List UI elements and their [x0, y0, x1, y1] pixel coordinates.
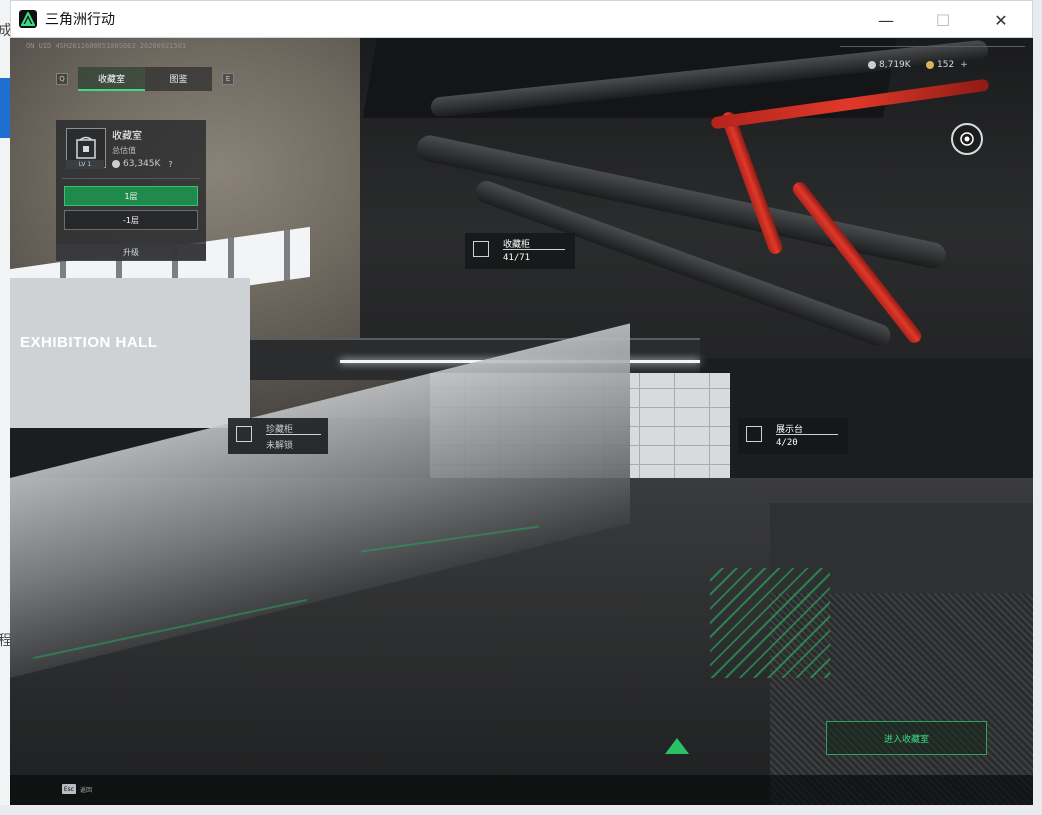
lock-icon — [236, 426, 252, 442]
marker-display-stand[interactable]: 展示台 4/20 — [738, 418, 848, 454]
minimize-button[interactable]: — — [863, 1, 909, 39]
window-title: 三角洲行动 — [45, 12, 115, 28]
game-viewport[interactable]: EXHIBITION HALL ON UID 4SH261160065100S6… — [10, 38, 1033, 805]
view-toggle-button[interactable] — [951, 123, 983, 155]
room-info-panel: LV 1 收藏室 总估值 63,345K ? 1层 -1层 — [56, 120, 206, 260]
esc-key[interactable]: Esc — [62, 784, 76, 794]
eye-icon — [960, 132, 974, 146]
currency-b: 152 + — [926, 60, 968, 70]
uid-text: ON UID 4SH261160065100S663 20260921501 — [26, 42, 187, 50]
cabinet-icon — [473, 241, 489, 257]
top-tabs: Q 收藏室 图鉴 E — [56, 67, 234, 91]
tab-collection-room[interactable]: 收藏室 — [78, 67, 145, 91]
upgrade-button[interactable]: 升级 — [56, 244, 206, 261]
floor-green-markings — [710, 568, 830, 678]
background-blue-strip — [0, 78, 10, 138]
background-window-edge: 成 程 — [0, 0, 12, 815]
marker-treasure-cabinet[interactable]: 珍藏柜 未解锁 — [228, 418, 328, 454]
room-level: LV 1 — [66, 160, 104, 169]
enter-collection-room-button[interactable]: 进入收藏室 — [826, 721, 987, 755]
marker-count: 4/20 — [776, 438, 798, 448]
help-icon[interactable]: ? — [168, 160, 172, 169]
window-bottom-edge — [0, 805, 1042, 815]
app-logo-icon — [19, 10, 37, 28]
floor-1-button[interactable]: 1层 — [64, 186, 198, 206]
cabinet-icon — [76, 136, 96, 159]
display-stand-icon — [746, 426, 762, 442]
maximize-button[interactable]: ☐ — [920, 1, 966, 39]
total-value: 63,345K — [123, 159, 161, 169]
panel-divider — [62, 178, 200, 179]
tab-next-key[interactable]: E — [222, 73, 234, 85]
marker-count: 41/71 — [503, 253, 531, 263]
add-currency-button[interactable]: + — [960, 60, 968, 70]
marker-status: 未解锁 — [266, 441, 294, 451]
currency-b-value: 152 — [937, 60, 955, 70]
currency-a-value: 8,719K — [879, 60, 911, 70]
hud-divider — [840, 46, 1025, 47]
value-row: 63,345K ? — [112, 159, 173, 169]
currency-a: 8,719K — [868, 60, 911, 70]
exhibit-hall-wall — [10, 278, 250, 428]
tab-catalog[interactable]: 图鉴 — [145, 67, 212, 91]
floor-minus1-button[interactable]: -1层 — [64, 210, 198, 230]
tab-prev-key[interactable]: Q — [56, 73, 68, 85]
floor-direction-arrow — [665, 738, 689, 754]
window-titlebar: 三角洲行动 — ☐ ✕ — [10, 0, 1033, 38]
gold-coin-icon — [926, 61, 934, 69]
close-button[interactable]: ✕ — [978, 1, 1024, 39]
bottom-hint-bar: Esc 返回 — [10, 775, 1033, 805]
coin-icon — [112, 160, 120, 168]
esc-label: 返回 — [80, 787, 93, 794]
marker-collection-cabinet[interactable]: 收藏柜 41/71 — [465, 233, 575, 269]
value-label: 总估值 — [112, 146, 136, 155]
coin-icon — [868, 61, 876, 69]
exhibition-hall-sign: EXHIBITION HALL — [20, 334, 158, 351]
room-name: 收藏室 — [112, 131, 142, 142]
